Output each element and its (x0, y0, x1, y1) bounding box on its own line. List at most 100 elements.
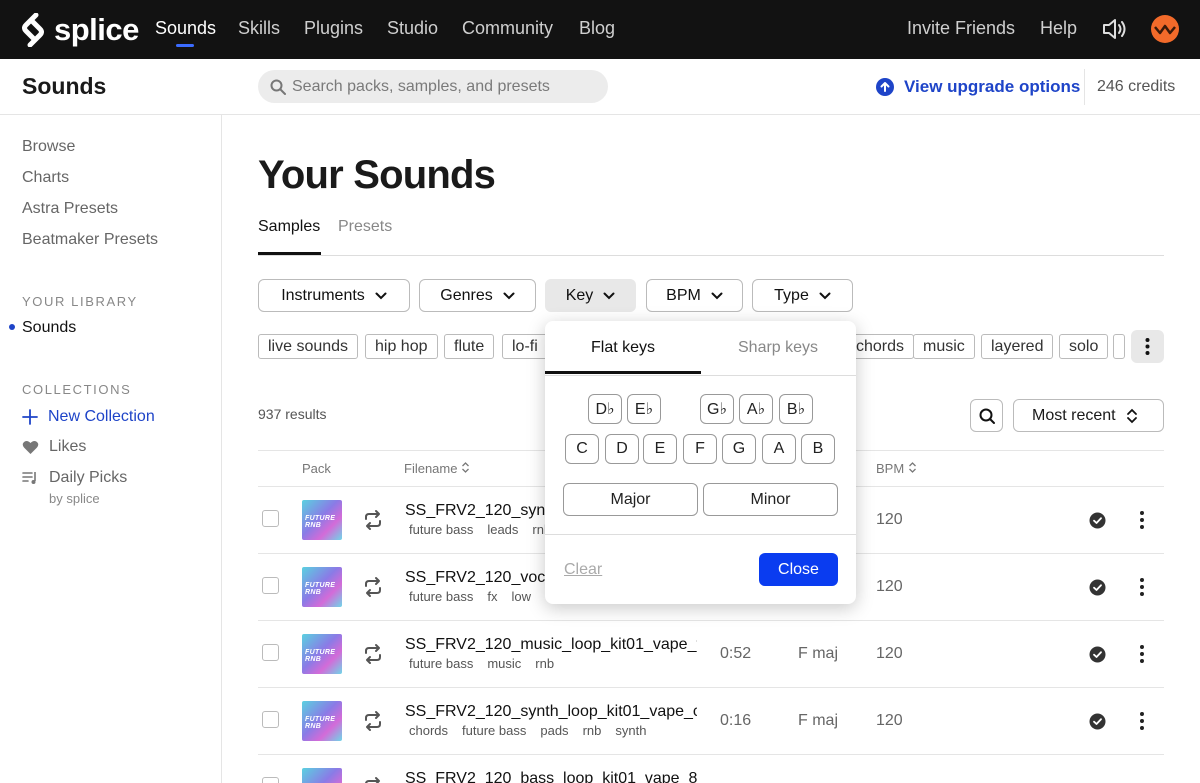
genres-filter[interactable]: Genres (419, 279, 536, 312)
tag-chip[interactable]: layered (981, 334, 1054, 359)
invite-friends-link[interactable]: Invite Friends (907, 18, 1015, 39)
row-checkbox[interactable] (262, 577, 279, 594)
clear-button[interactable]: Clear (564, 561, 602, 579)
pack-art[interactable]: FUTURE RNB (302, 500, 342, 540)
tab-flat-keys[interactable]: Flat keys (591, 339, 655, 357)
splice-logo[interactable]: splice (22, 12, 139, 48)
row-checkbox[interactable] (262, 644, 279, 661)
nav-blog[interactable]: Blog (579, 18, 615, 39)
more-vertical-icon[interactable] (1136, 643, 1148, 665)
minor-button[interactable]: Minor (703, 483, 838, 516)
table-row[interactable]: FUTURE RNB SS_FRV2_120_synth_loop_kit01_… (258, 688, 1164, 755)
tag-chip-overflow[interactable] (1113, 334, 1125, 359)
key-a-flat-button[interactable]: A♭ (739, 394, 773, 424)
speaker-icon[interactable] (1101, 16, 1127, 42)
more-vertical-icon[interactable] (1136, 710, 1148, 732)
column-filename[interactable]: Filename (404, 461, 470, 476)
new-collection-button[interactable]: New Collection (22, 408, 155, 426)
key-e-flat-button[interactable]: E♭ (627, 394, 661, 424)
row-filename[interactable]: SS_FRV2_120_bass_loop_kit01_vape_80 (405, 770, 697, 783)
sidebar-item-charts[interactable]: Charts (22, 169, 69, 187)
table-row[interactable]: FUTURE RNB SS_FRV2_120_music_loop_kit01_… (258, 621, 1164, 688)
row-tag[interactable]: future bass (409, 522, 473, 537)
row-tag[interactable]: leads (487, 522, 518, 537)
close-button[interactable]: Close (759, 553, 838, 586)
nav-studio[interactable]: Studio (387, 18, 438, 39)
row-key: F maj (798, 712, 838, 729)
row-tag[interactable]: pads (540, 723, 568, 738)
tag-chip[interactable]: solo (1059, 334, 1109, 359)
sort-dropdown[interactable]: Most recent (1013, 399, 1164, 432)
key-e-button[interactable]: E (643, 434, 677, 464)
search-bar[interactable] (258, 70, 608, 103)
upgrade-link[interactable]: View upgrade options (876, 77, 1080, 97)
key-d-flat-button[interactable]: D♭ (588, 394, 622, 424)
row-tag[interactable]: music (487, 656, 521, 671)
row-tag[interactable]: chords (409, 723, 448, 738)
nav-sounds[interactable]: Sounds (155, 18, 216, 39)
tag-chip[interactable]: music (913, 334, 975, 359)
more-vertical-icon[interactable] (1136, 576, 1148, 598)
tab-samples[interactable]: Samples (258, 218, 320, 236)
row-checkbox[interactable] (262, 510, 279, 527)
bpm-filter[interactable]: BPM (646, 279, 743, 312)
table-row[interactable]: FUTURE RNB SS_FRV2_120_bass_loop_kit01_v… (258, 755, 1164, 783)
row-filename[interactable]: SS_FRV2_120_music_loop_kit01_vape_f (405, 636, 697, 656)
row-tags: future bass leads rnb (409, 522, 551, 537)
instruments-filter[interactable]: Instruments (258, 279, 410, 312)
search-results-button[interactable] (970, 399, 1003, 432)
row-checkbox[interactable] (262, 711, 279, 728)
key-g-button[interactable]: G (722, 434, 756, 464)
key-c-button[interactable]: C (565, 434, 599, 464)
row-tag[interactable]: fx (487, 589, 497, 604)
tag-chip[interactable]: chords (847, 334, 915, 359)
row-tag[interactable]: low (511, 589, 531, 604)
genres-filter-label: Genres (440, 286, 493, 304)
more-vertical-icon[interactable] (1136, 509, 1148, 531)
row-filename[interactable]: SS_FRV2_120_synth_loop_kit01_vape_cl (405, 703, 697, 723)
pack-art[interactable]: FUTURE RNB (302, 567, 342, 607)
sidebar-item-likes[interactable]: Likes (22, 438, 86, 456)
sidebar-item-astra-presets[interactable]: Astra Presets (22, 200, 118, 218)
major-button[interactable]: Major (563, 483, 698, 516)
tab-presets[interactable]: Presets (338, 218, 392, 236)
more-tags-button[interactable] (1131, 330, 1164, 363)
sidebar-item-sounds[interactable]: Sounds (22, 319, 76, 337)
row-tag[interactable]: future bass (409, 656, 473, 671)
type-filter[interactable]: Type (752, 279, 853, 312)
key-f-button[interactable]: F (683, 434, 717, 464)
row-checkbox[interactable] (262, 777, 279, 783)
sidebar-item-beatmaker-presets[interactable]: Beatmaker Presets (22, 231, 158, 249)
sidebar-item-browse[interactable]: Browse (22, 138, 75, 156)
search-input[interactable] (292, 70, 592, 103)
key-b-button[interactable]: B (801, 434, 835, 464)
key-g-flat-button[interactable]: G♭ (700, 394, 734, 424)
row-tag[interactable]: future bass (409, 589, 473, 604)
key-a-button[interactable]: A (762, 434, 796, 464)
key-b-flat-button[interactable]: B♭ (779, 394, 813, 424)
search-icon (270, 79, 286, 95)
plus-icon (22, 409, 38, 425)
pack-art[interactable]: FUTURE RNB (302, 634, 342, 674)
pack-art[interactable]: FUTURE RNB (302, 768, 342, 783)
sidebar-item-daily-picks[interactable]: Daily Picks (22, 469, 127, 487)
key-d-button[interactable]: D (605, 434, 639, 464)
row-tag[interactable]: rnb (583, 723, 602, 738)
column-bpm[interactable]: BPM (876, 461, 917, 476)
row-tag[interactable]: future bass (462, 723, 526, 738)
pack-art[interactable]: FUTURE RNB (302, 701, 342, 741)
nav-skills[interactable]: Skills (238, 18, 280, 39)
tag-chip[interactable]: lo-fi (502, 334, 548, 359)
key-filter[interactable]: Key (545, 279, 636, 312)
row-tag[interactable]: rnb (535, 656, 554, 671)
row-tag[interactable]: synth (615, 723, 646, 738)
nav-community[interactable]: Community (462, 18, 553, 39)
tag-chip[interactable]: live sounds (258, 334, 359, 359)
tag-chip[interactable]: hip hop (365, 334, 438, 359)
avatar[interactable] (1151, 15, 1179, 43)
row-bpm: 120 (876, 511, 903, 528)
tab-sharp-keys[interactable]: Sharp keys (738, 339, 818, 357)
nav-plugins[interactable]: Plugins (304, 18, 363, 39)
help-link[interactable]: Help (1040, 18, 1077, 39)
tag-chip[interactable]: flute (444, 334, 495, 359)
